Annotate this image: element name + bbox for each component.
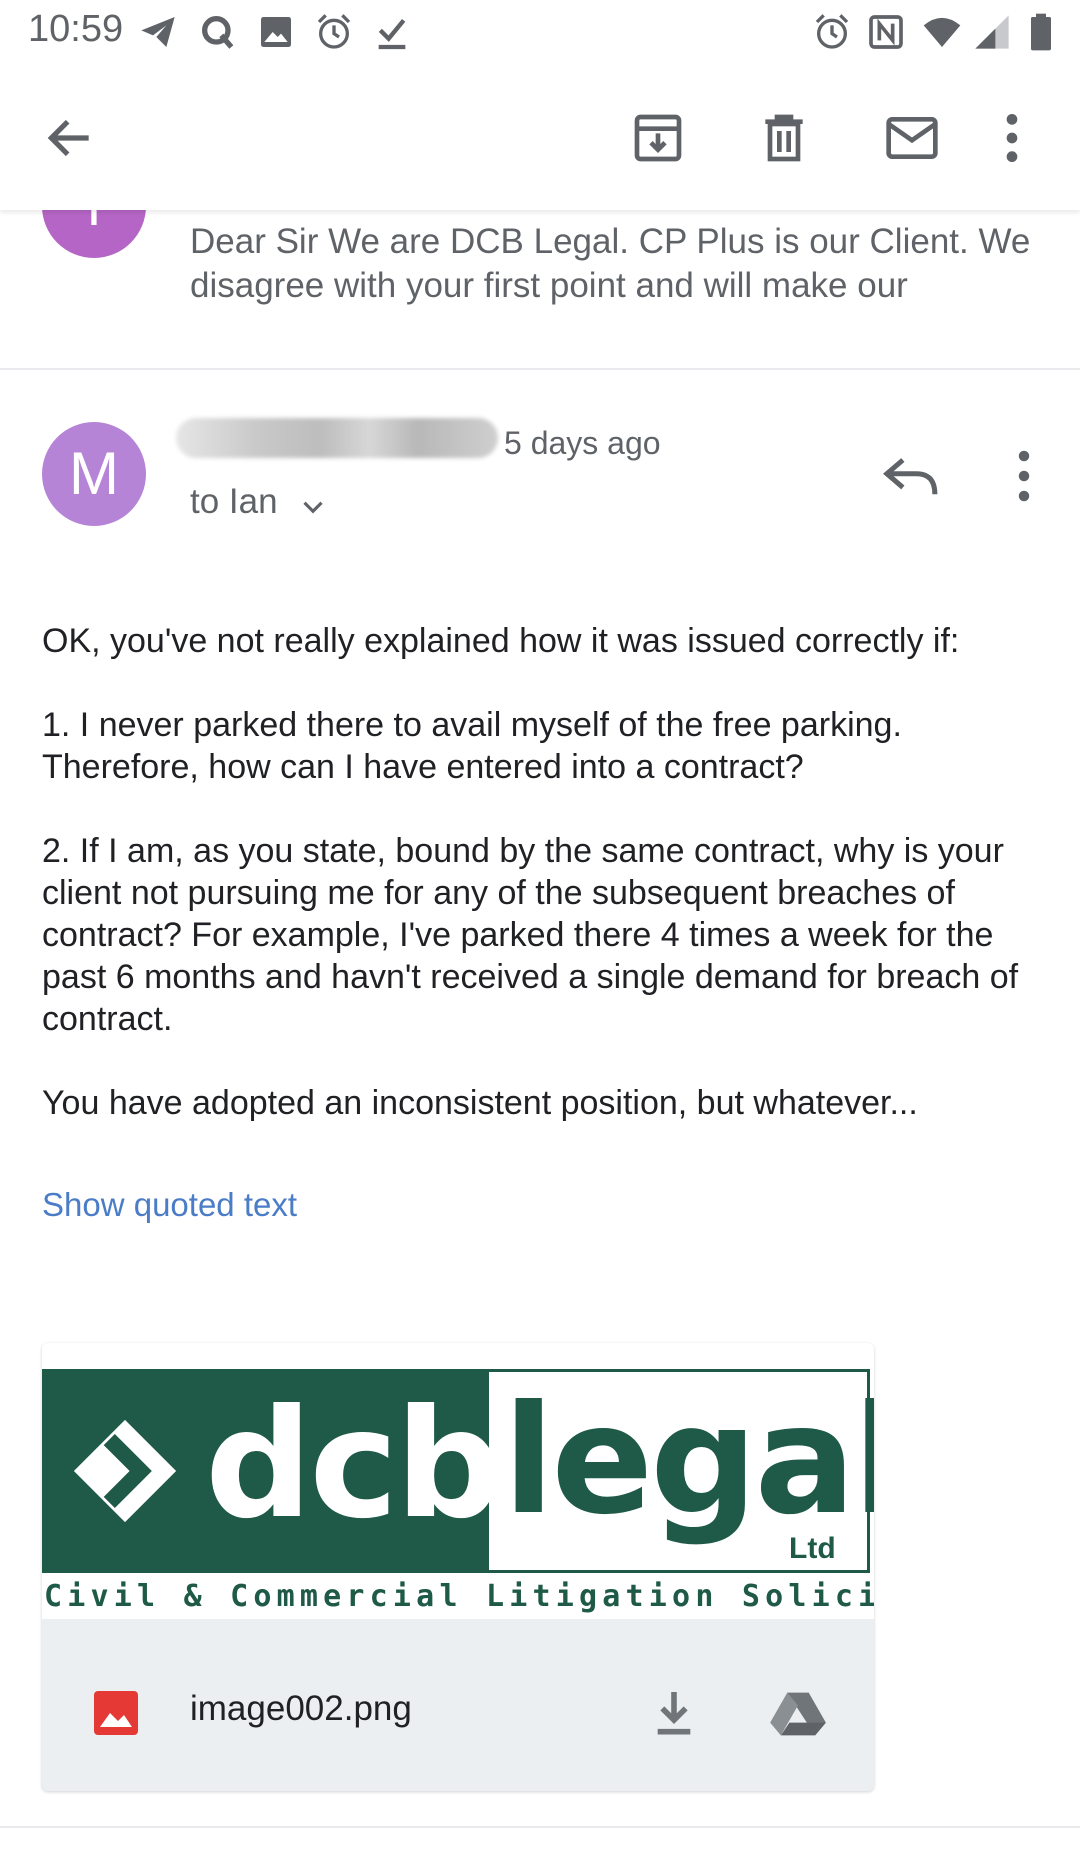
message-time: 5 days ago	[504, 425, 661, 461]
dcb-legal-logo: dcb legal Ltd	[42, 1369, 874, 1573]
attachment-preview[interactable]: dcb legal Ltd Civil & Commercial Litigat…	[42, 1343, 874, 1619]
attachment-filename: image002.png	[190, 1689, 412, 1728]
sender-name-redacted	[176, 418, 498, 458]
check-icon	[372, 12, 412, 52]
logo-ltd: Ltd	[789, 1532, 836, 1565]
logo-legal: legal	[503, 1374, 874, 1548]
avatar: T	[42, 210, 146, 258]
avatar[interactable]: M	[42, 422, 146, 526]
logo-tagline: Civil & Commercial Litigation Solicitors	[44, 1579, 874, 1614]
show-quoted-text-link[interactable]: Show quoted text	[42, 1186, 297, 1224]
app-bar	[0, 64, 1080, 210]
download-icon[interactable]	[646, 1685, 702, 1741]
mark-unread-icon[interactable]	[880, 106, 944, 170]
wifi-icon	[922, 12, 962, 52]
message-more-icon[interactable]	[1004, 446, 1044, 506]
image-file-icon	[92, 1689, 140, 1737]
delete-icon[interactable]	[752, 106, 816, 170]
status-bar: 10:59	[0, 0, 1080, 64]
telegram-icon	[138, 12, 178, 52]
divider	[0, 1826, 1080, 1828]
drive-icon[interactable]	[768, 1687, 828, 1741]
body-paragraph: OK, you've not really explained how it w…	[42, 622, 960, 660]
recipient-line[interactable]: to Ian	[190, 482, 278, 522]
body-paragraph: 2. If I am, as you state, bound by the s…	[42, 832, 1019, 1038]
nfc-icon	[866, 12, 906, 52]
back-arrow-icon[interactable]	[38, 106, 102, 170]
message-body: OK, you've not really explained how it w…	[42, 620, 1052, 1166]
image-icon	[256, 12, 296, 52]
attachment-card[interactable]: dcb legal Ltd Civil & Commercial Litigat…	[42, 1343, 874, 1791]
previous-message[interactable]: T Dear Sir We are DCB Legal. CP Plus is …	[0, 210, 1080, 370]
logo-dcb: dcb	[205, 1378, 503, 1552]
message-snippet: Dear Sir We are DCB Legal. CP Plus is ou…	[190, 222, 1031, 305]
logo-arrow-icon	[73, 1419, 177, 1523]
alarm-icon	[812, 12, 852, 52]
more-vert-icon[interactable]	[990, 106, 1034, 170]
reply-icon[interactable]	[880, 448, 944, 504]
body-paragraph: You have adopted an inconsistent positio…	[42, 1084, 918, 1122]
alarm-icon	[314, 12, 354, 52]
status-time: 10:59	[28, 8, 124, 50]
chevron-down-icon[interactable]	[296, 490, 330, 524]
logo-right-panel: legal Ltd	[489, 1372, 874, 1570]
attachment-footer: image002.png	[42, 1619, 874, 1791]
archive-icon[interactable]	[626, 106, 690, 170]
body-paragraph: 1. I never parked there to avail myself …	[42, 706, 902, 786]
battery-icon	[1024, 12, 1058, 52]
q-icon	[198, 12, 238, 52]
signal-icon	[972, 12, 1012, 52]
